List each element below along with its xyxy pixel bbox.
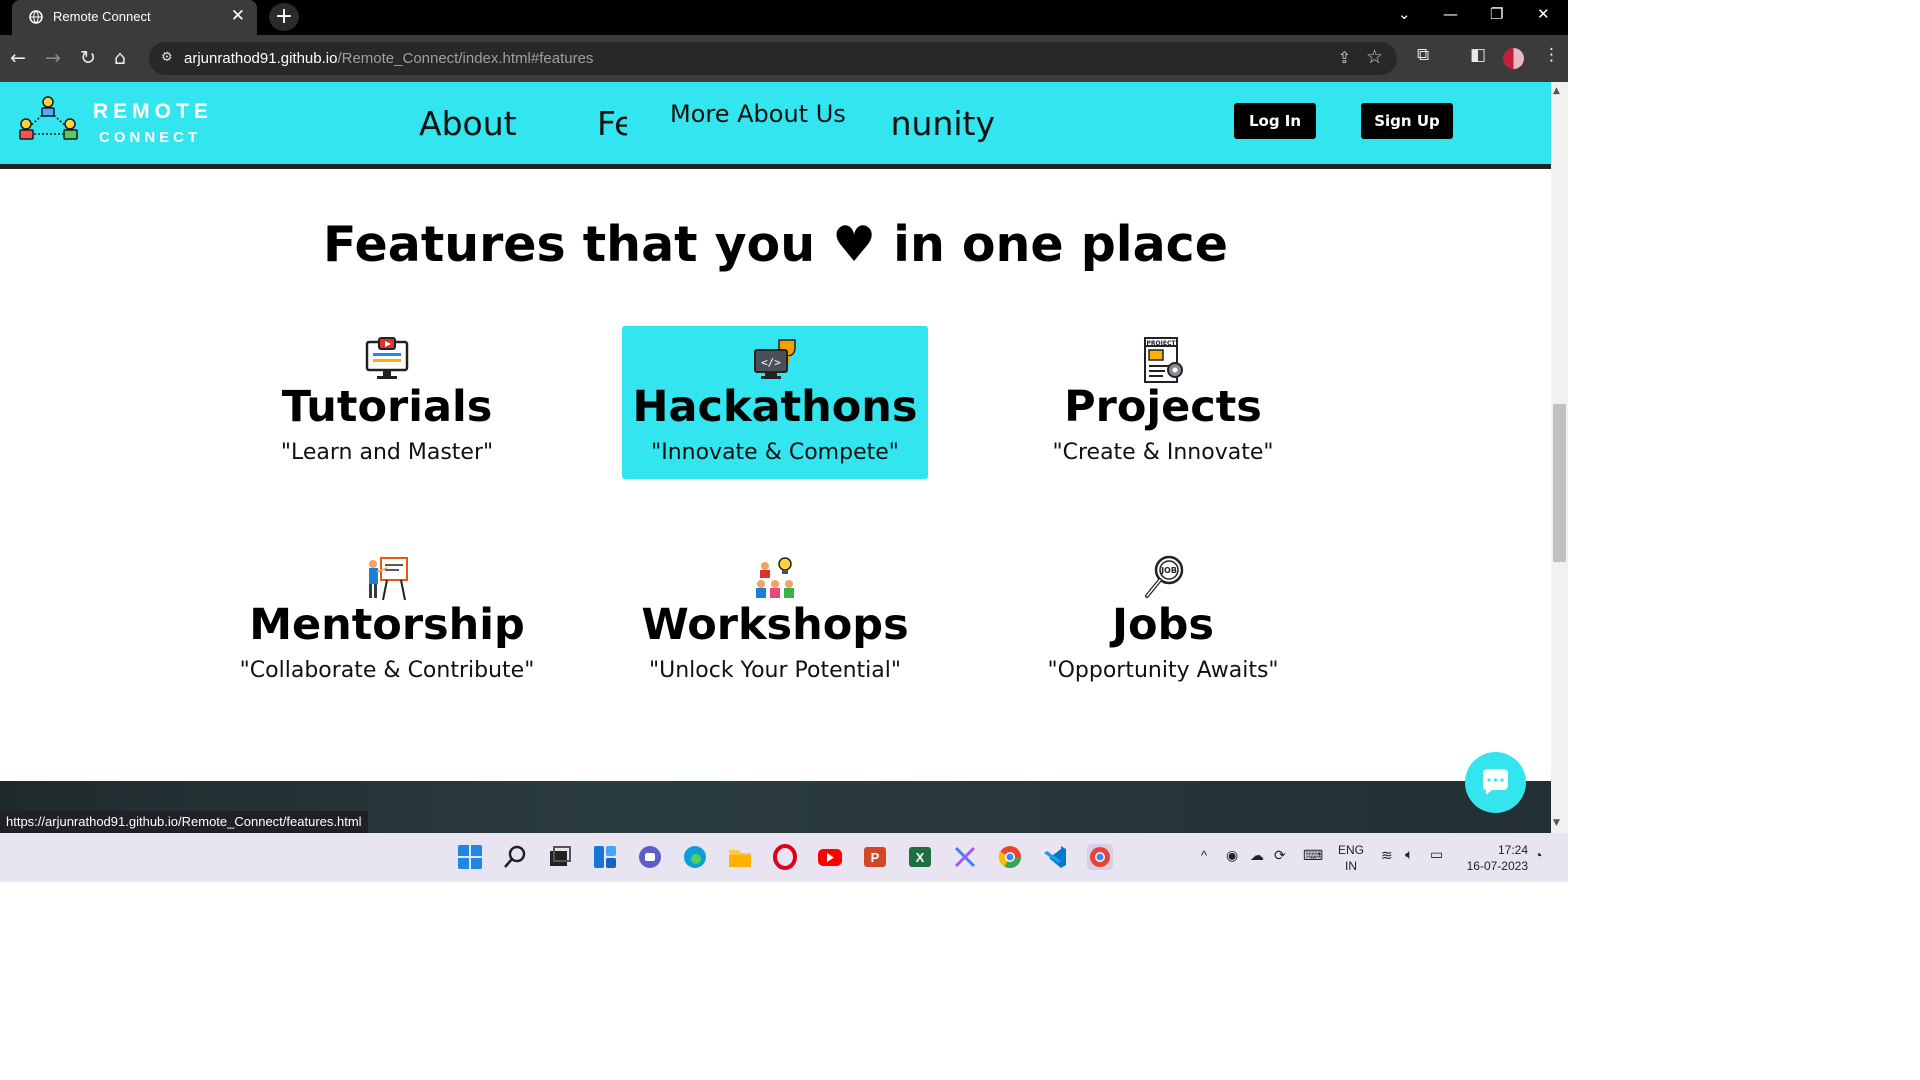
teams-chat-icon[interactable] (637, 844, 663, 870)
bookmark-star-icon[interactable]: ☆ (1366, 46, 1383, 68)
globe-icon (29, 10, 43, 24)
nav-more-about-us-dropdown[interactable]: More About Us (670, 100, 846, 128)
tab-search-chevron-icon[interactable]: ⌄ (1398, 5, 1411, 23)
menu-kebab-icon[interactable]: ⋮ (1543, 45, 1560, 65)
browser-toolbar: ← → ↻ ⌂ ⚙ arjunrathod91.github.io/Remote… (0, 35, 1568, 82)
task-view-icon[interactable] (547, 844, 573, 870)
chrome-icon[interactable] (997, 844, 1023, 870)
browser-tab[interactable]: Remote Connect ✕ (12, 0, 257, 35)
opera-browser-icon[interactable] (772, 844, 798, 870)
forward-button[interactable]: → (45, 47, 61, 69)
chrome-profile-active-icon[interactable] (1087, 844, 1113, 870)
close-window-button[interactable]: ✕ (1537, 5, 1550, 23)
brand-name: REMOTE (93, 100, 213, 123)
feature-title: Jobs (1112, 600, 1214, 650)
feature-card-workshops[interactable]: Workshops "Unlock Your Potential" (622, 544, 928, 697)
chat-bubble-icon (1483, 769, 1508, 795)
windows-start-icon[interactable] (457, 844, 483, 870)
svg-text:JOB: JOB (1160, 566, 1177, 575)
project-document-icon: PROJECT (1144, 337, 1183, 383)
tray-keyboard-icon[interactable]: ⌨ (1303, 847, 1323, 864)
feature-subtitle: "Collaborate & Contribute" (239, 658, 535, 683)
job-search-icon: JOB (1145, 555, 1184, 598)
feature-card-mentorship[interactable]: Mentorship "Collaborate & Contribute" (234, 544, 540, 697)
site-info-icon[interactable]: ⚙ (161, 50, 173, 65)
login-button[interactable]: Log In (1234, 103, 1316, 139)
home-button[interactable]: ⌂ (114, 47, 126, 69)
share-icon[interactable]: ⇪ (1338, 48, 1351, 67)
feature-subtitle: "Innovate & Compete" (651, 440, 899, 465)
clock[interactable]: 17:24 16-07-2023 (1458, 842, 1528, 874)
hero-edge (0, 164, 1551, 169)
feature-title: Tutorials (281, 382, 493, 432)
feature-title: Workshops (641, 600, 909, 650)
monitor-video-icon (365, 337, 409, 379)
link-status-url: https://arjunrathod91.github.io/Remote_C… (0, 811, 368, 833)
widgets-icon[interactable] (592, 844, 618, 870)
new-tab-button[interactable]: + (269, 3, 299, 31)
file-explorer-icon[interactable] (727, 844, 753, 870)
remote-connect-logo-icon[interactable] (18, 96, 80, 144)
tray-sync-icon[interactable]: ⟳ (1274, 847, 1286, 864)
feature-card-hackathons[interactable]: </> Hackathons "Innovate & Compete" (622, 326, 928, 479)
excel-icon[interactable]: X (907, 844, 933, 870)
language-indicator[interactable]: ENG IN (1337, 842, 1365, 874)
side-panel-icon[interactable]: ◧ (1470, 45, 1486, 65)
svg-text:P: P (871, 850, 880, 865)
svg-text:PROJECT: PROJECT (1147, 340, 1177, 347)
minimize-button[interactable]: — (1443, 5, 1458, 23)
team-idea-icon (756, 557, 794, 598)
site-header: REMOTE CONNECT About Fe More About Us nu… (0, 82, 1551, 164)
browser-titlebar: Remote Connect ✕ + ⌄ — ❐ ✕ (0, 0, 1568, 35)
code-trophy-icon: </> (754, 339, 796, 379)
feature-subtitle: "Unlock Your Potential" (648, 658, 902, 683)
feature-title: Hackathons (632, 382, 918, 432)
feature-title: Projects (1064, 382, 1262, 432)
notifications-icon[interactable]: ◔ (1534, 847, 1542, 863)
nav-community[interactable]: nunity (887, 104, 999, 148)
powerpoint-icon[interactable]: P (862, 844, 888, 870)
tab-close-icon[interactable]: ✕ (231, 6, 245, 26)
nav-features[interactable]: Fe (597, 104, 627, 148)
brand-tagline: CONNECT (99, 129, 202, 146)
snipping-tool-icon[interactable] (952, 844, 978, 870)
presenter-board-icon (369, 557, 408, 601)
back-button[interactable]: ← (10, 47, 26, 69)
nav-about[interactable]: About (419, 104, 517, 143)
features-heading: Features that you ♥ in one place (323, 216, 1228, 273)
youtube-icon[interactable] (817, 844, 843, 870)
edge-browser-icon[interactable] (682, 844, 708, 870)
feature-card-jobs[interactable]: JOB Jobs "Opportunity Awaits" (1010, 544, 1316, 697)
svg-text:</>: </> (761, 356, 781, 369)
windows-taskbar: P X ^ ◉ ☁ ⟳ ⌨ ENG IN ≋ 🔈︎ ▭ 17:24 16-07-… (0, 833, 1568, 882)
reload-button[interactable]: ↻ (80, 47, 96, 69)
feature-card-projects[interactable]: PROJECT Projects "Create & Innovate" (1010, 326, 1316, 479)
tray-chrome-icon[interactable]: ◉ (1226, 847, 1238, 864)
scrollbar-thumb[interactable] (1553, 404, 1566, 562)
battery-icon[interactable]: ▭ (1430, 846, 1443, 863)
search-icon[interactable] (502, 844, 528, 870)
chat-widget-button[interactable] (1465, 752, 1526, 813)
scroll-up-arrow-icon[interactable]: ▲ (1553, 86, 1560, 96)
tray-overflow-chevron-icon[interactable]: ^ (1201, 848, 1207, 863)
address-bar[interactable]: ⚙ arjunrathod91.github.io/Remote_Connect… (149, 42, 1397, 75)
vscode-icon[interactable] (1042, 844, 1068, 870)
volume-icon[interactable]: 🔈︎ (1405, 846, 1413, 863)
tray-cloud-icon[interactable]: ☁ (1250, 847, 1264, 864)
svg-text:X: X (916, 850, 925, 865)
feature-card-tutorials[interactable]: Tutorials "Learn and Master" (234, 326, 540, 479)
url-text[interactable]: arjunrathod91.github.io/Remote_Connect/i… (184, 50, 593, 67)
signup-button[interactable]: Sign Up (1361, 103, 1453, 139)
feature-subtitle: "Create & Innovate" (1052, 440, 1274, 465)
wifi-icon[interactable]: ≋ (1381, 847, 1393, 864)
restore-button[interactable]: ❐ (1490, 5, 1503, 23)
tab-title: Remote Connect (53, 9, 151, 24)
profile-avatar[interactable] (1503, 48, 1524, 69)
extensions-icon[interactable]: ⧉ (1417, 45, 1429, 65)
feature-subtitle: "Opportunity Awaits" (1047, 658, 1279, 683)
feature-subtitle: "Learn and Master" (280, 440, 494, 465)
scroll-down-arrow-icon[interactable]: ▼ (1553, 818, 1560, 828)
feature-title: Mentorship (249, 600, 525, 650)
